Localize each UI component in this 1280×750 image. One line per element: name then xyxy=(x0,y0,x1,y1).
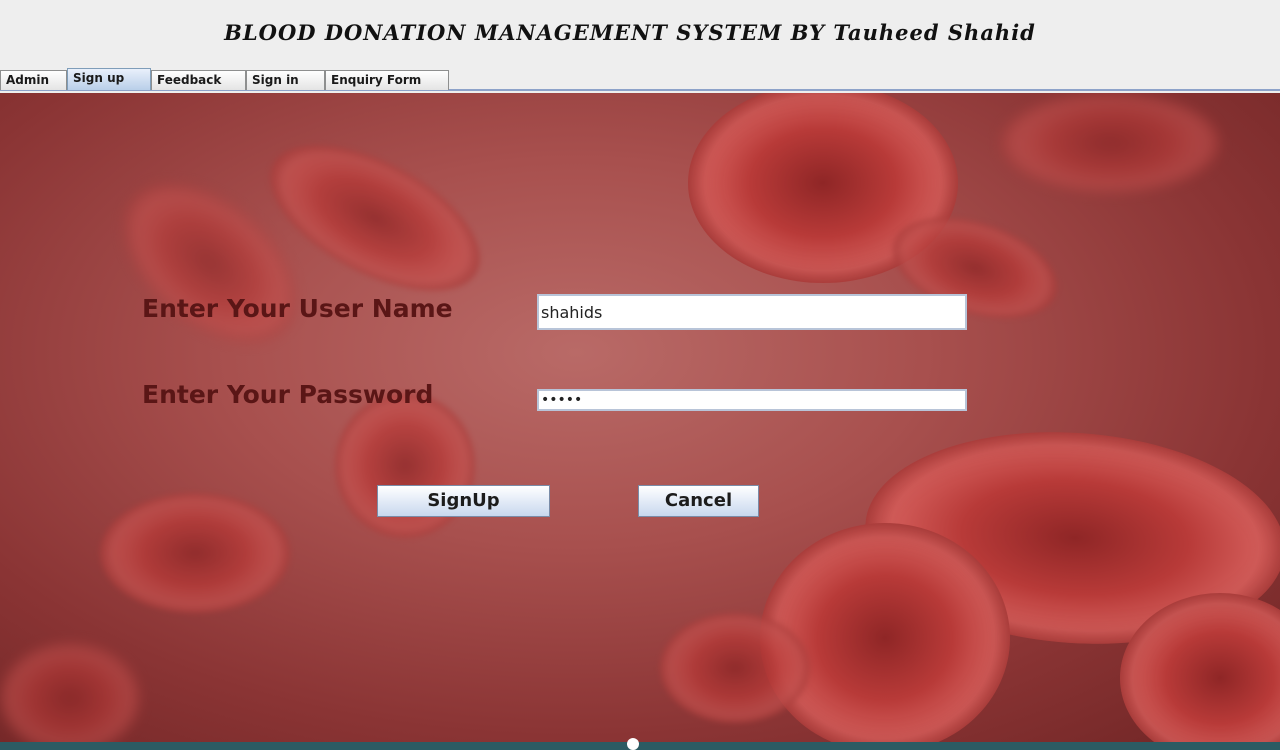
blood-cell-shape xyxy=(760,523,1010,742)
password-label: Enter Your Password xyxy=(142,380,434,409)
header: BLOOD DONATION MANAGEMENT SYSTEM BY Tauh… xyxy=(0,0,1280,68)
bottom-bar xyxy=(0,742,1280,750)
cancel-button[interactable]: Cancel xyxy=(638,485,759,517)
blood-cell-shape xyxy=(100,493,290,613)
app-window: BLOOD DONATION MANAGEMENT SYSTEM BY Tauh… xyxy=(0,0,1280,750)
sign-up-panel: Enter Your User Name Enter Your Password… xyxy=(0,93,1280,742)
blood-cell-shape xyxy=(0,643,140,742)
tab-enquiry-form[interactable]: Enquiry Form xyxy=(325,70,449,90)
password-input[interactable] xyxy=(537,389,967,411)
tab-sign-up[interactable]: Sign up xyxy=(67,68,151,90)
tab-feedback[interactable]: Feedback xyxy=(151,70,246,90)
tab-sign-in[interactable]: Sign in xyxy=(246,70,325,90)
tab-bar: Admin Sign up Feedback Sign in Enquiry F… xyxy=(0,68,1280,91)
resize-handle[interactable] xyxy=(627,738,639,750)
blood-cell-shape xyxy=(660,613,810,723)
username-input[interactable] xyxy=(537,294,967,330)
blood-cell-shape xyxy=(1000,93,1220,193)
tab-admin[interactable]: Admin xyxy=(0,70,67,90)
app-title: BLOOD DONATION MANAGEMENT SYSTEM BY Tauh… xyxy=(224,20,1036,45)
signup-button[interactable]: SignUp xyxy=(377,485,550,517)
username-label: Enter Your User Name xyxy=(142,294,453,323)
